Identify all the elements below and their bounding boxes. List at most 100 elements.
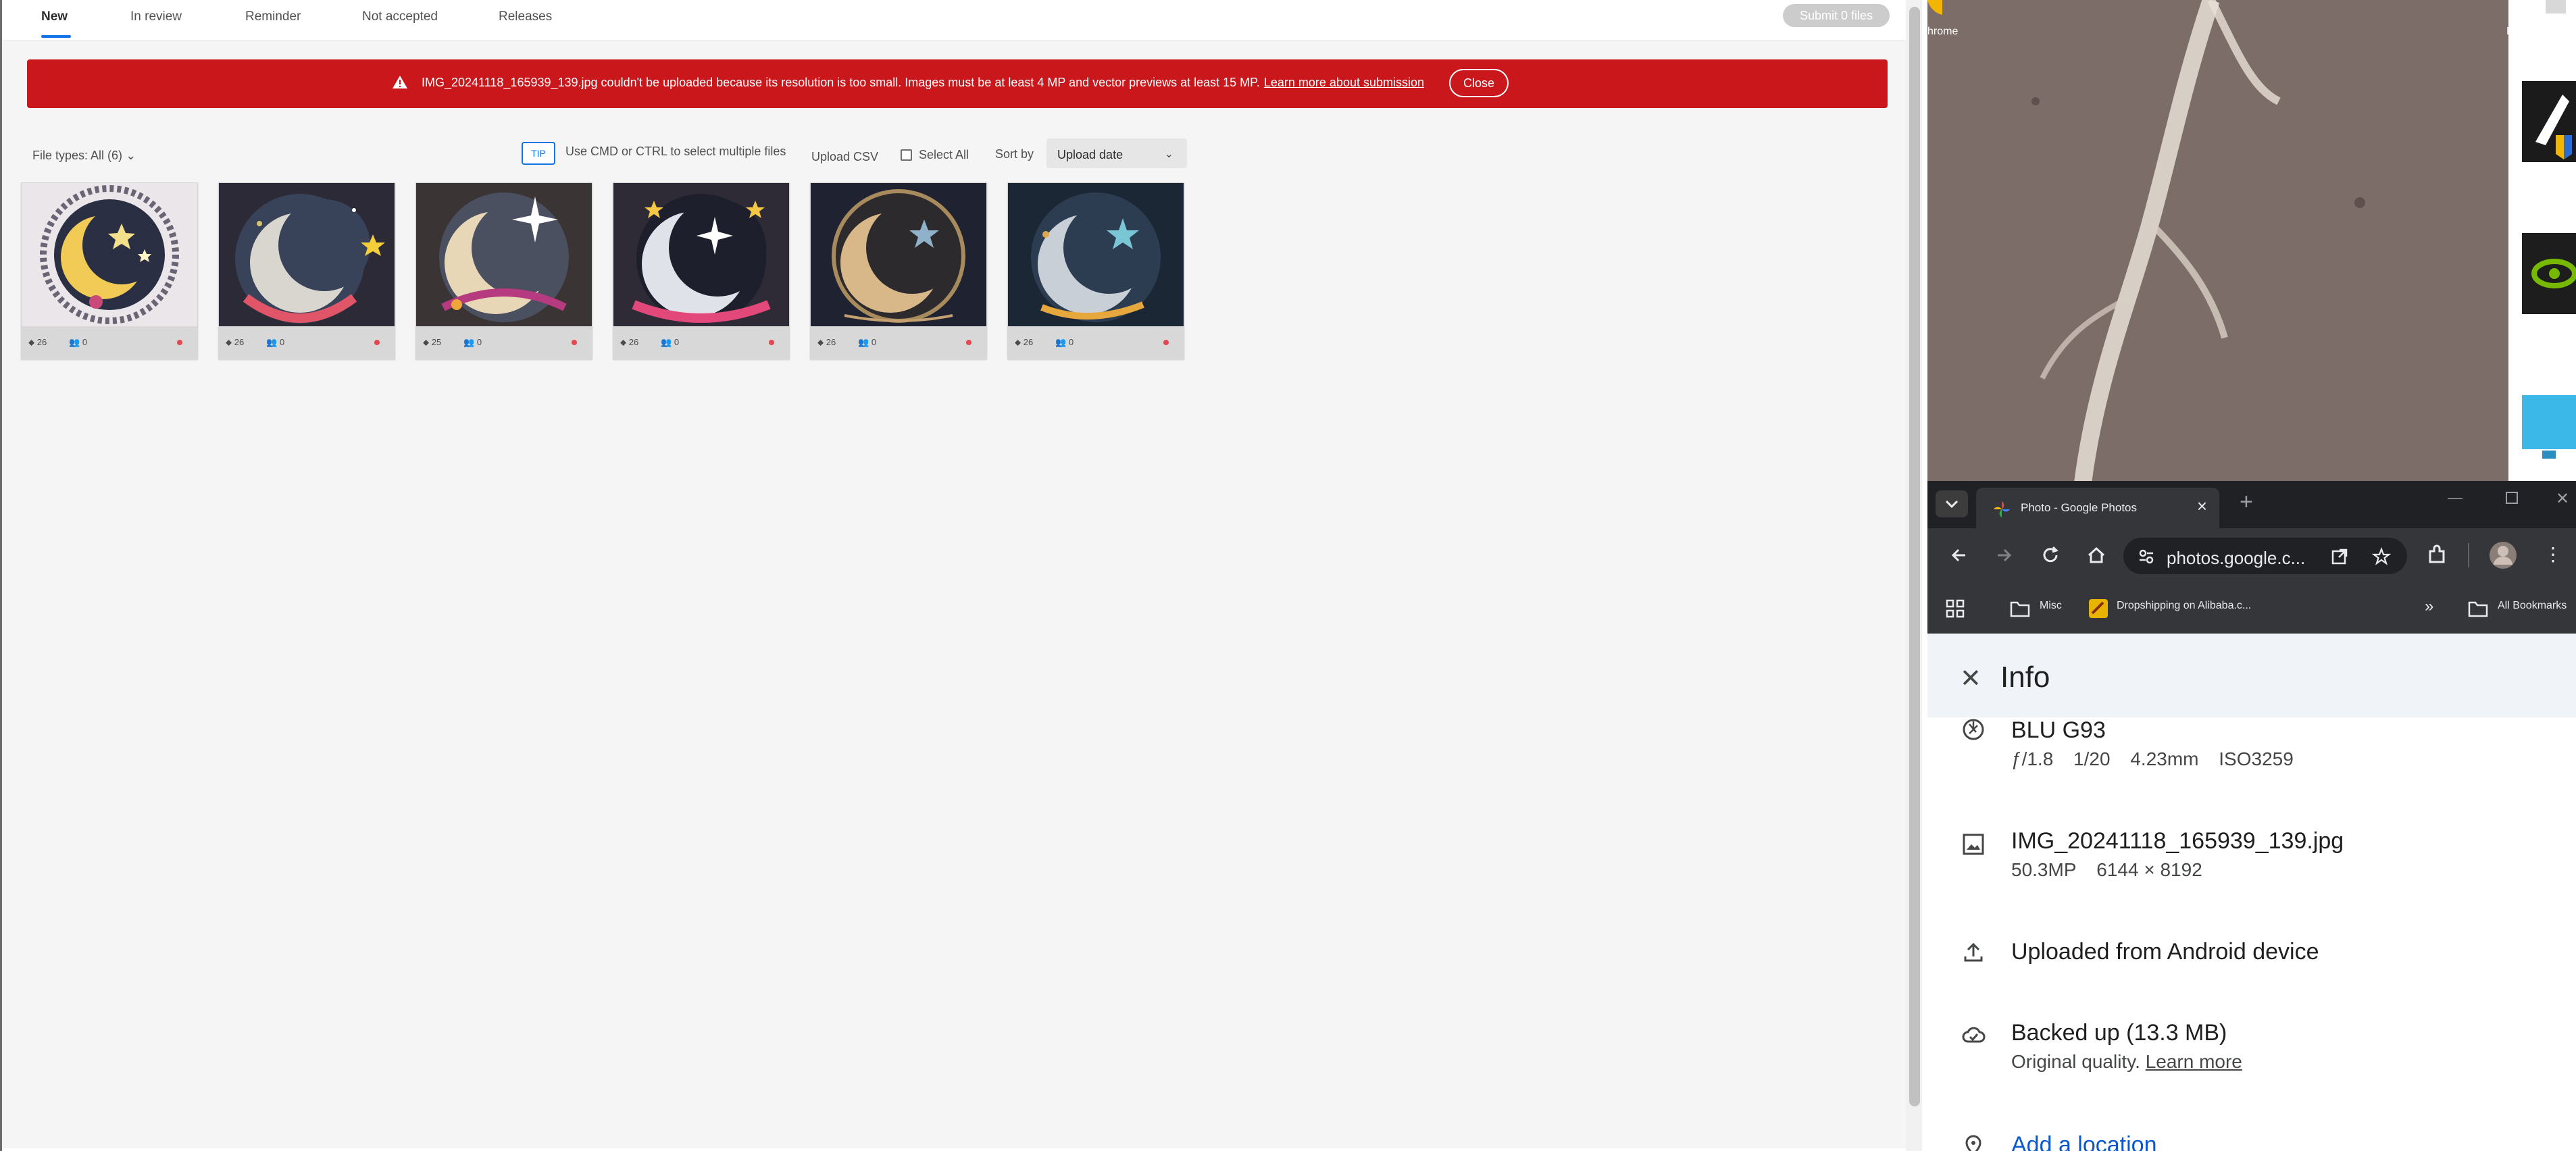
more-bookmarks-icon[interactable]: » <box>2425 597 2433 616</box>
tab-not-accepted[interactable]: Not accepted <box>362 9 438 24</box>
new-tab-button[interactable]: + <box>2240 489 2253 515</box>
home-icon[interactable] <box>2084 543 2108 567</box>
keywords-count: ⬥ 26 <box>1015 337 1033 348</box>
bookmark-star-icon[interactable] <box>2372 547 2391 566</box>
browser-tab-title: Photo - Google Photos <box>2021 501 2138 514</box>
crescent-moon-artwork <box>22 183 197 326</box>
tag-icon: ⬥ <box>226 337 234 347</box>
toolbar-divider <box>2468 543 2469 567</box>
submit-files-button[interactable]: Submit 0 files <box>1783 4 1890 27</box>
info-title: Info <box>2000 661 2050 694</box>
open-in-app-icon[interactable] <box>2330 547 2349 566</box>
location-row: Add a location <box>1927 1132 2576 1151</box>
browser-tab-google-photos[interactable]: Photo - Google Photos × <box>1976 488 2219 528</box>
bookmark-all-bookmarks[interactable]: All Bookmarks <box>2498 600 2567 612</box>
releases-value: 0 <box>279 337 285 347</box>
bookmark-misc[interactable]: Misc <box>2040 600 2062 612</box>
more-menu-icon[interactable]: ⋮ <box>2544 543 2562 565</box>
asset-thumbnail[interactable]: ⬥ 26 👥 0 <box>810 182 987 359</box>
tab-releases[interactable]: Releases <box>499 9 552 24</box>
camera-row: BLU G93 ƒ/1.8 1/20 4.23mm ISO3259 <box>1927 717 2576 798</box>
add-location-link[interactable]: Add a location <box>2011 1132 2157 1151</box>
upload-error-alert: IMG_20241118_165939_139.jpg couldn't be … <box>27 59 1888 108</box>
upload-csv-button[interactable]: Upload CSV <box>811 150 878 164</box>
nvidia-icon[interactable] <box>2522 233 2576 321</box>
asset-thumbnail[interactable]: ⬥ 26 👥 0 <box>613 182 790 359</box>
backup-quality: Original quality. Learn more <box>2011 1051 2242 1073</box>
people-icon: 👥 <box>463 337 477 347</box>
tag-icon: ⬥ <box>1015 337 1024 347</box>
close-icon[interactable]: ✕ <box>1960 663 1981 694</box>
camera-aperture-icon <box>1963 719 1984 740</box>
learn-more-submission-link[interactable]: Learn more about submission <box>1264 76 1424 89</box>
frameview-icon[interactable] <box>2522 81 2576 169</box>
bookmark-dropshipping[interactable]: Dropshipping on Alibaba.c... <box>2117 600 2251 612</box>
dimensions-value: 6144 × 8192 <box>2096 859 2202 880</box>
desktop-wallpaper: hrome Recycle Bin FrameView NVIDIA <box>1927 0 2576 483</box>
alert-message: IMG_20241118_165939_139.jpg couldn't be … <box>422 76 1424 90</box>
desktop-icon-chrome-label: hrome <box>1927 26 1959 37</box>
site-settings-icon[interactable] <box>2137 547 2156 566</box>
info-header: ✕ Info <box>1927 634 2576 717</box>
minimize-icon[interactable]: — <box>2448 489 2463 507</box>
desktop-icon-nvidia-label[interactable]: NVIDIA <box>2522 330 2558 342</box>
reload-icon[interactable] <box>2038 543 2063 567</box>
alert-close-button[interactable]: Close <box>1449 69 1509 97</box>
keywords-count: ⬥ 25 <box>423 337 441 348</box>
people-icon: 👥 <box>661 337 674 347</box>
releases-value: 0 <box>871 337 877 347</box>
forward-arrow-icon[interactable] <box>1992 543 2017 567</box>
sort-by-label: Sort by <box>995 147 1034 161</box>
sort-select[interactable]: Upload date ⌄ <box>1046 138 1187 168</box>
file-types-dropdown[interactable]: File types: All (6) ⌄ <box>32 149 136 163</box>
maximize-icon[interactable] <box>2506 492 2518 504</box>
extensions-icon[interactable] <box>2425 543 2449 567</box>
window-close-icon[interactable]: ✕ <box>2556 489 2569 509</box>
alert-text: IMG_20241118_165939_139.jpg couldn't be … <box>422 76 1260 89</box>
tab-reminder[interactable]: Reminder <box>245 9 301 24</box>
crescent-moon-artwork <box>1008 183 1184 326</box>
desktop-icon-frameview-label[interactable]: FrameView <box>2515 177 2570 189</box>
tab-search-button[interactable] <box>1936 490 1968 517</box>
tab-in-review[interactable]: In review <box>130 9 182 24</box>
asset-thumbnail[interactable]: ⬥ 26 👥 0 <box>1007 182 1184 359</box>
asset-thumbnail[interactable]: ⬥ 26 👥 0 <box>218 182 395 359</box>
keywords-count: ⬥ 26 <box>28 337 47 348</box>
chrome-window: Photo - Google Photos × + — ✕ photos.goo… <box>1927 481 2576 1151</box>
tab-new[interactable]: New <box>41 9 68 24</box>
desktop-icon-recycle-bin-label[interactable]: Recycle Bin <box>2506 26 2563 38</box>
people-icon: 👥 <box>858 337 872 347</box>
tip-badge: TIP <box>522 142 555 165</box>
thumbnail-meta: ⬥ 26 👥 0 <box>1008 326 1184 359</box>
asset-thumbnail[interactable]: ⬥ 26 👥 0 <box>21 182 198 359</box>
select-all-checkbox[interactable]: Select All <box>901 147 969 165</box>
asset-thumbnail[interactable]: ⬥ 25 👥 0 <box>415 182 592 359</box>
screen: New In review Reminder Not accepted Rele… <box>0 0 2576 1151</box>
status-dot <box>1163 340 1169 345</box>
select-all-label: Select All <box>919 147 969 161</box>
thumbnail-meta: ⬥ 26 👥 0 <box>811 326 986 359</box>
learn-more-link[interactable]: Learn more <box>2146 1051 2242 1072</box>
address-bar[interactable]: photos.google.c... <box>2123 538 2407 574</box>
shutter-value: 1/20 <box>2073 748 2111 769</box>
active-tab-indicator <box>41 35 71 38</box>
keywords-value: 26 <box>826 337 836 347</box>
scrollbar[interactable] <box>1906 0 1924 1151</box>
releases-value: 0 <box>82 337 88 347</box>
monitor-icon[interactable] <box>2522 395 2576 469</box>
wallpaper-artwork <box>1927 0 2576 483</box>
stock-contributor-panel: New In review Reminder Not accepted Rele… <box>0 0 1924 1151</box>
keywords-value: 26 <box>1023 337 1034 347</box>
profile-avatar[interactable] <box>2488 540 2518 570</box>
scrollbar-thumb[interactable] <box>1909 7 1920 1106</box>
crescent-moon-artwork <box>219 183 395 326</box>
recycle-bin-icon[interactable] <box>2519 0 2573 20</box>
thumbnail-meta: ⬥ 26 👥 0 <box>613 326 789 359</box>
crescent-moon-artwork <box>613 183 789 326</box>
thumbnail-meta: ⬥ 26 👥 0 <box>219 326 395 359</box>
thumbnail-meta: ⬥ 26 👥 0 <box>22 326 197 359</box>
back-arrow-icon[interactable] <box>1946 543 1971 567</box>
apps-grid-icon[interactable] <box>1945 598 1965 619</box>
status-dot <box>769 340 774 345</box>
close-tab-icon[interactable]: × <box>2197 496 2207 517</box>
